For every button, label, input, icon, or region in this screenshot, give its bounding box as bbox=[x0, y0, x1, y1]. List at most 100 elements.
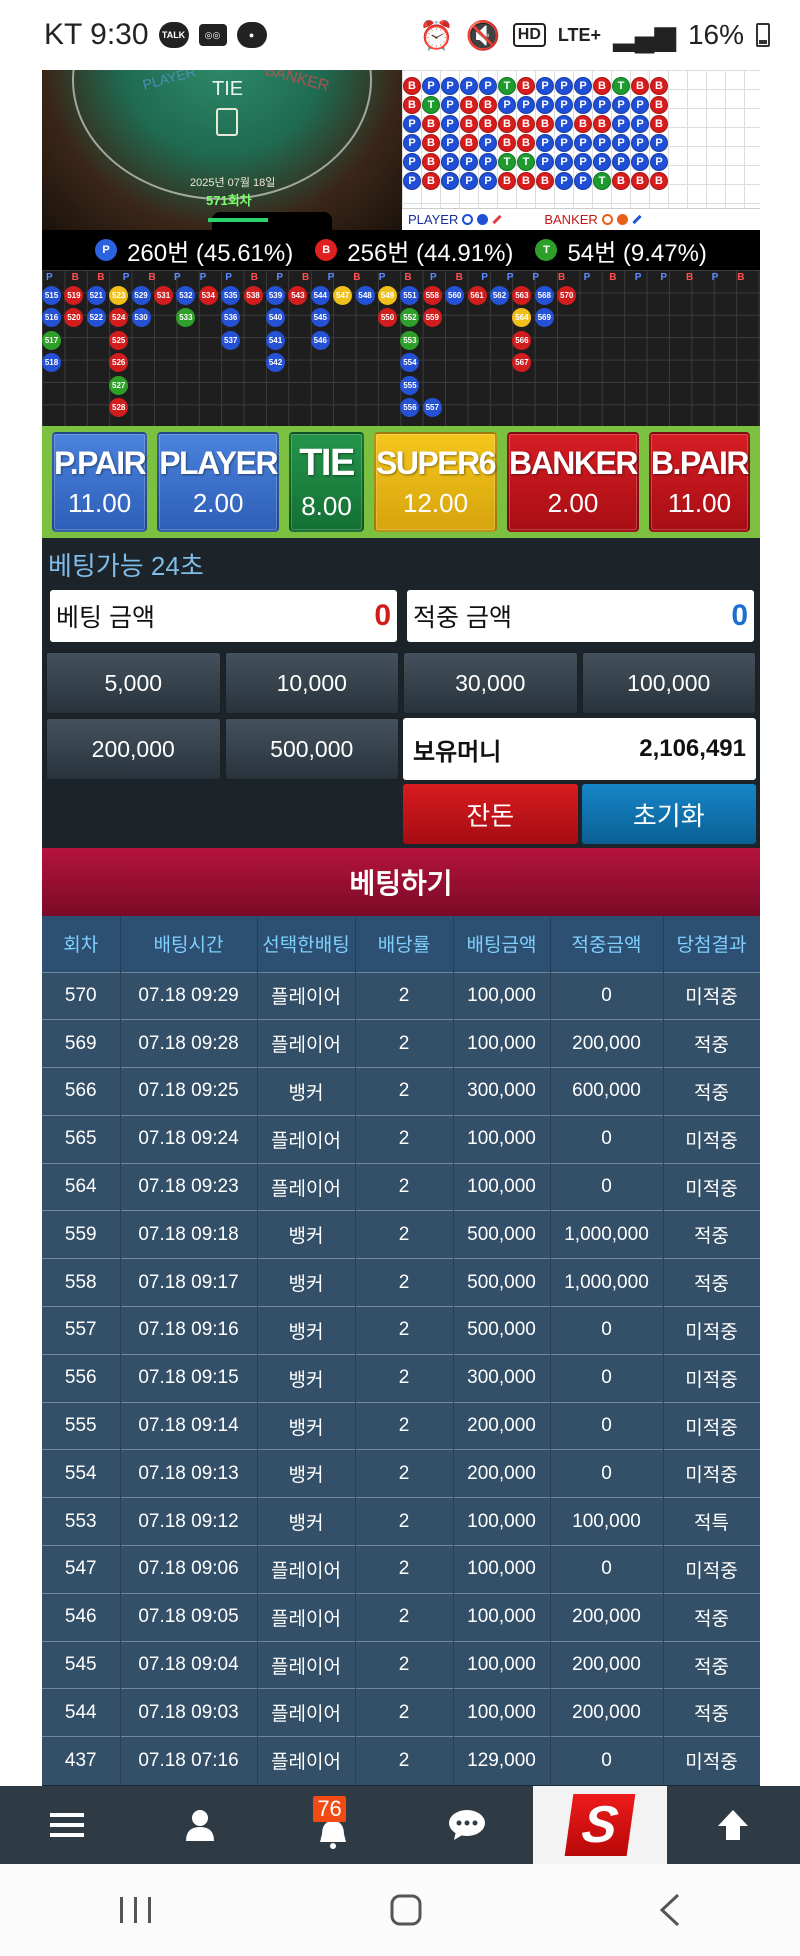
table-cell: 0 bbox=[550, 1449, 664, 1498]
road-cell: 557 bbox=[422, 398, 442, 417]
bead: P bbox=[403, 172, 421, 190]
table-cell: 100,000 bbox=[453, 1162, 551, 1211]
bet-option-bpair[interactable]: B.PAIR 11.00 bbox=[648, 432, 750, 532]
bead: T bbox=[422, 96, 440, 114]
table-cell: 적중 bbox=[663, 1640, 760, 1689]
table-cell: 600,000 bbox=[550, 1067, 664, 1116]
table-cell: 0 bbox=[550, 1306, 664, 1355]
stat-dot: P bbox=[95, 239, 118, 261]
road-cell: 564 bbox=[512, 308, 532, 328]
bead: P bbox=[631, 134, 649, 152]
road-header: P bbox=[174, 272, 181, 283]
bead: P bbox=[441, 134, 459, 152]
bead: P bbox=[631, 115, 649, 133]
hit-amount-label: 적중 금액 bbox=[413, 604, 512, 632]
balance-box: 보유머니 2,106,491 bbox=[403, 718, 756, 780]
bead: T bbox=[593, 172, 611, 190]
hit-amount-value: 0 bbox=[731, 599, 748, 632]
bet-option-super6[interactable]: SUPER6 12.00 bbox=[373, 432, 498, 532]
table-row: 546 07.18 09:05 플레이어 2 100,000 200,000 적중 bbox=[42, 1592, 760, 1642]
bet-timer: 베팅가능 24초 bbox=[48, 550, 204, 581]
bet-option-tie[interactable]: TIE 8.00 bbox=[289, 432, 364, 532]
column-header: 배당률 bbox=[355, 916, 454, 972]
table-cell: 437 bbox=[42, 1736, 121, 1785]
bead: P bbox=[612, 153, 630, 171]
bet-amount-label: 베팅 금액 bbox=[56, 604, 155, 632]
table-cell: 07.18 09:13 bbox=[120, 1449, 258, 1498]
table-cell: 07.18 09:04 bbox=[120, 1640, 258, 1689]
back-icon[interactable] bbox=[658, 1893, 682, 1927]
place-bet-button[interactable]: 베팅하기 bbox=[42, 848, 760, 916]
bet-amount-value: 0 bbox=[374, 599, 391, 632]
reset-button[interactable]: 초기화 bbox=[581, 784, 756, 844]
table-cell: 100,000 bbox=[453, 1640, 551, 1689]
road-cell: 532 bbox=[176, 286, 196, 305]
road-cell: 524 bbox=[109, 308, 129, 328]
table-cell: 200,000 bbox=[550, 1640, 664, 1689]
table-row: 547 07.18 09:06 플레이어 2 100,000 0 미적중 bbox=[42, 1545, 760, 1594]
table-cell: 570 bbox=[42, 971, 121, 1020]
table-cell: 07.18 09:29 bbox=[120, 971, 258, 1020]
bead-road: BBPPPPPTBBBBPPPPPPPBBBPPPBBPPPTPBBTBBPBB… bbox=[402, 70, 760, 230]
table-cell: 2 bbox=[355, 1019, 454, 1068]
bet-option-banker[interactable]: BANKER 2.00 bbox=[507, 432, 639, 532]
road-cell: 540 bbox=[266, 308, 285, 328]
road-header: B bbox=[148, 272, 156, 283]
table-row: 559 07.18 09:18 뱅커 2 500,000 1,000,000 적중 bbox=[42, 1210, 760, 1259]
table-cell: 0 bbox=[550, 1162, 664, 1211]
menu-button[interactable] bbox=[0, 1786, 133, 1864]
road-header: P bbox=[506, 272, 514, 283]
column-header: 배팅금액 bbox=[453, 916, 551, 972]
chip-button[interactable]: 30,000 bbox=[403, 652, 578, 714]
bead: P bbox=[536, 134, 554, 152]
bead: T bbox=[498, 77, 516, 95]
table-cell: 0 bbox=[550, 1545, 664, 1594]
bet-option-odds: 2.00 bbox=[547, 488, 599, 518]
road-cell: 521 bbox=[86, 286, 106, 305]
road-cell: 563 bbox=[512, 286, 532, 305]
table-cell: 뱅커 bbox=[257, 1353, 356, 1403]
bet-option-odds: 2.00 bbox=[192, 488, 244, 518]
road-header: B bbox=[609, 272, 617, 283]
logo-s: S bbox=[564, 1794, 636, 1856]
table-cell: 0 bbox=[550, 1401, 664, 1450]
chat-button[interactable] bbox=[400, 1786, 533, 1864]
chip-button[interactable]: 500,000 bbox=[224, 718, 399, 780]
sound-on-icon[interactable] bbox=[216, 108, 238, 136]
table-cell: 07.18 07:16 bbox=[120, 1736, 258, 1785]
bead: P bbox=[593, 96, 611, 114]
road-cell: 567 bbox=[512, 353, 532, 373]
bet-option-player[interactable]: PLAYER 2.00 bbox=[157, 432, 280, 532]
bead: B bbox=[650, 115, 668, 133]
bead: B bbox=[460, 96, 478, 114]
live-table-video[interactable]: PLAYER TIE BANKER 2025년 07월 18일 571회차 bbox=[42, 70, 402, 230]
road-cell: 561 bbox=[467, 286, 487, 305]
change-button[interactable]: 잔돈 bbox=[403, 784, 578, 844]
chip-button[interactable]: 100,000 bbox=[581, 652, 756, 714]
bead: P bbox=[460, 77, 478, 95]
table-row: 569 07.18 09:28 플레이어 2 100,000 200,000 적중 bbox=[42, 1019, 760, 1068]
table-cell: 07.18 09:06 bbox=[120, 1545, 258, 1594]
chip-button[interactable]: 200,000 bbox=[46, 718, 221, 780]
bead: P bbox=[441, 96, 459, 114]
scroll-top-button[interactable] bbox=[667, 1786, 800, 1864]
bet-amount-field[interactable]: 베팅 금액 0 bbox=[50, 590, 397, 642]
chip-button[interactable]: 5,000 bbox=[46, 652, 221, 714]
table-cell: 2 bbox=[355, 1114, 454, 1164]
notification-badge: 76 bbox=[313, 1796, 346, 1822]
table-cell: 2 bbox=[355, 1592, 454, 1642]
site-logo[interactable]: S bbox=[533, 1786, 667, 1864]
table-cell: 2 bbox=[355, 1497, 454, 1546]
bet-option-ppair[interactable]: P.PAIR 11.00 bbox=[52, 432, 148, 532]
bead: P bbox=[555, 96, 573, 114]
table-cell: 플레이어 bbox=[257, 1640, 356, 1689]
game-top: PLAYER TIE BANKER 2025년 07월 18일 571회차 B B… bbox=[42, 70, 760, 230]
table-row: 437 07.18 07:16 플레이어 2 129,000 0 미적중 bbox=[42, 1736, 760, 1785]
chip-button[interactable]: 10,000 bbox=[224, 652, 399, 714]
home-icon[interactable] bbox=[389, 1893, 423, 1927]
profile-button[interactable] bbox=[133, 1786, 266, 1864]
notification-button[interactable]: 76 bbox=[267, 1786, 400, 1864]
table-cell: 558 bbox=[42, 1258, 121, 1307]
recent-apps-icon[interactable] bbox=[118, 1895, 154, 1925]
table-cell: 뱅커 bbox=[257, 1449, 356, 1498]
